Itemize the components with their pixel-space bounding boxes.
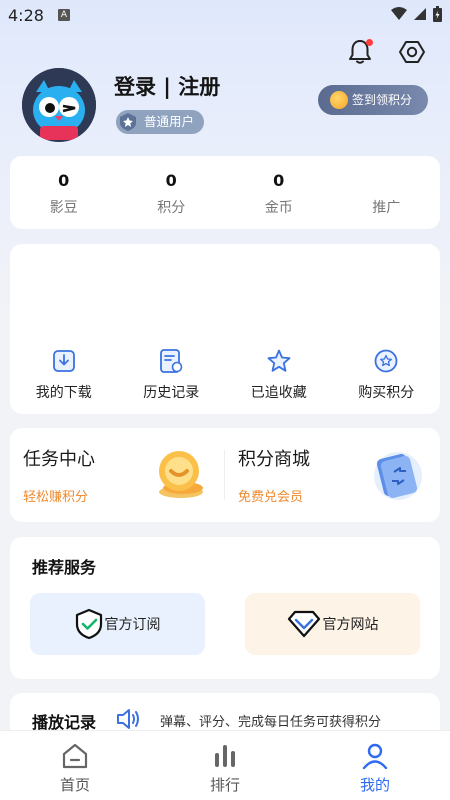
- services-title: 推荐服务: [32, 558, 97, 577]
- nav-label: 排行: [209, 776, 240, 794]
- buy-points-button[interactable]: 购买积分: [333, 348, 441, 402]
- nav-label: 首页: [59, 776, 90, 794]
- status-notification-badge: A: [58, 9, 70, 21]
- shield-check-icon: [75, 608, 102, 640]
- nav-ranking[interactable]: 排行: [150, 731, 300, 800]
- status-time: 4:28: [8, 6, 44, 25]
- stat-label: 积分: [157, 200, 186, 216]
- profile-icon: [362, 743, 388, 770]
- points-icon: [374, 349, 398, 373]
- nav-label: 我的: [359, 776, 390, 794]
- diamond-icon: [287, 610, 320, 638]
- unread-dot: [366, 39, 373, 46]
- gold-coin-icon: [159, 451, 203, 498]
- stat-points[interactable]: 0 积分: [118, 156, 226, 229]
- recommended-services-card: 推荐服务 官方订阅 官方网站: [10, 537, 440, 679]
- history-button[interactable]: 历史记录: [118, 348, 226, 402]
- task-center-title: 任务中心: [23, 449, 95, 470]
- stat-value: 0: [165, 171, 177, 190]
- feature-label: 已追收藏: [250, 385, 307, 401]
- points-mall-title: 积分商城: [238, 449, 310, 470]
- official-subscription-button[interactable]: 官方订阅: [30, 593, 205, 655]
- speaker-icon: [117, 709, 139, 729]
- feature-label: 我的下载: [35, 385, 92, 401]
- status-indicators: [391, 6, 442, 22]
- task-center-subtitle: 轻松赚积分: [23, 490, 89, 505]
- signal-icon: [414, 8, 426, 20]
- download-icon: [52, 350, 75, 372]
- status-bar: 4:28 A: [0, 0, 450, 32]
- feature-label: 购买积分: [358, 385, 415, 401]
- history-icon: [160, 349, 183, 373]
- notification-bell-button[interactable]: [342, 34, 378, 70]
- checkin-label: 签到领积分: [352, 93, 413, 107]
- home-icon: [62, 743, 88, 769]
- settings-button[interactable]: [394, 34, 430, 70]
- stat-value: 0: [273, 171, 285, 190]
- avatar[interactable]: [22, 68, 96, 142]
- stat-promotion[interactable]: 推广: [333, 156, 441, 229]
- stat-value: 0: [58, 171, 70, 190]
- nav-profile[interactable]: 我的: [300, 731, 450, 800]
- exchange-card-icon: [374, 452, 422, 500]
- wifi-icon: [391, 7, 407, 20]
- my-downloads-button[interactable]: 我的下载: [10, 348, 118, 402]
- user-level-badge: 普通用户: [116, 110, 205, 134]
- bottom-nav: 首页 排行 我的: [0, 730, 450, 800]
- points-mall-button[interactable]: 积分商城 免费兑会员: [225, 428, 440, 522]
- stat-value: [333, 171, 441, 193]
- feature-label: 历史记录: [143, 385, 200, 401]
- feature-card: 我的下载 历史记录 已追收藏 购买积分: [10, 244, 440, 414]
- history-tip: 弹幕、评分、完成每日任务可获得积分: [160, 715, 382, 730]
- stats-card: 0 影豆 0 积分 0 金币 推广: [10, 156, 440, 229]
- favorites-button[interactable]: 已追收藏: [225, 348, 333, 402]
- gear-icon: [399, 41, 425, 63]
- feature-row: 我的下载 历史记录 已追收藏 购买积分: [10, 348, 440, 402]
- stat-coins[interactable]: 0 金币: [225, 156, 333, 229]
- shield-star-icon: [120, 113, 136, 131]
- official-website-button[interactable]: 官方网站: [245, 593, 420, 655]
- stat-label: 金币: [264, 200, 293, 216]
- login-register-link[interactable]: 登录 | 注册: [114, 71, 220, 101]
- nav-home[interactable]: 首页: [0, 731, 150, 800]
- official-subscription-label: 官方订阅: [104, 617, 161, 633]
- stat-yingdou[interactable]: 0 影豆: [10, 156, 118, 229]
- stat-label: 影豆: [49, 200, 78, 216]
- user-level-label: 普通用户: [144, 114, 195, 129]
- owl-mascot-icon: [22, 68, 96, 142]
- points-mall-subtitle: 免费兑会员: [238, 490, 304, 505]
- task-card: 任务中心 轻松赚积分 积分商城 免费兑会员: [10, 428, 440, 522]
- coin-icon: [330, 91, 348, 109]
- stat-label: 推广: [372, 200, 401, 216]
- checkin-button[interactable]: 签到领积分: [318, 85, 428, 115]
- task-center-button[interactable]: 任务中心 轻松赚积分: [10, 428, 225, 522]
- battery-icon: [433, 6, 442, 22]
- official-website-label: 官方网站: [322, 617, 379, 633]
- star-icon: [267, 349, 291, 372]
- ranking-icon: [215, 745, 235, 767]
